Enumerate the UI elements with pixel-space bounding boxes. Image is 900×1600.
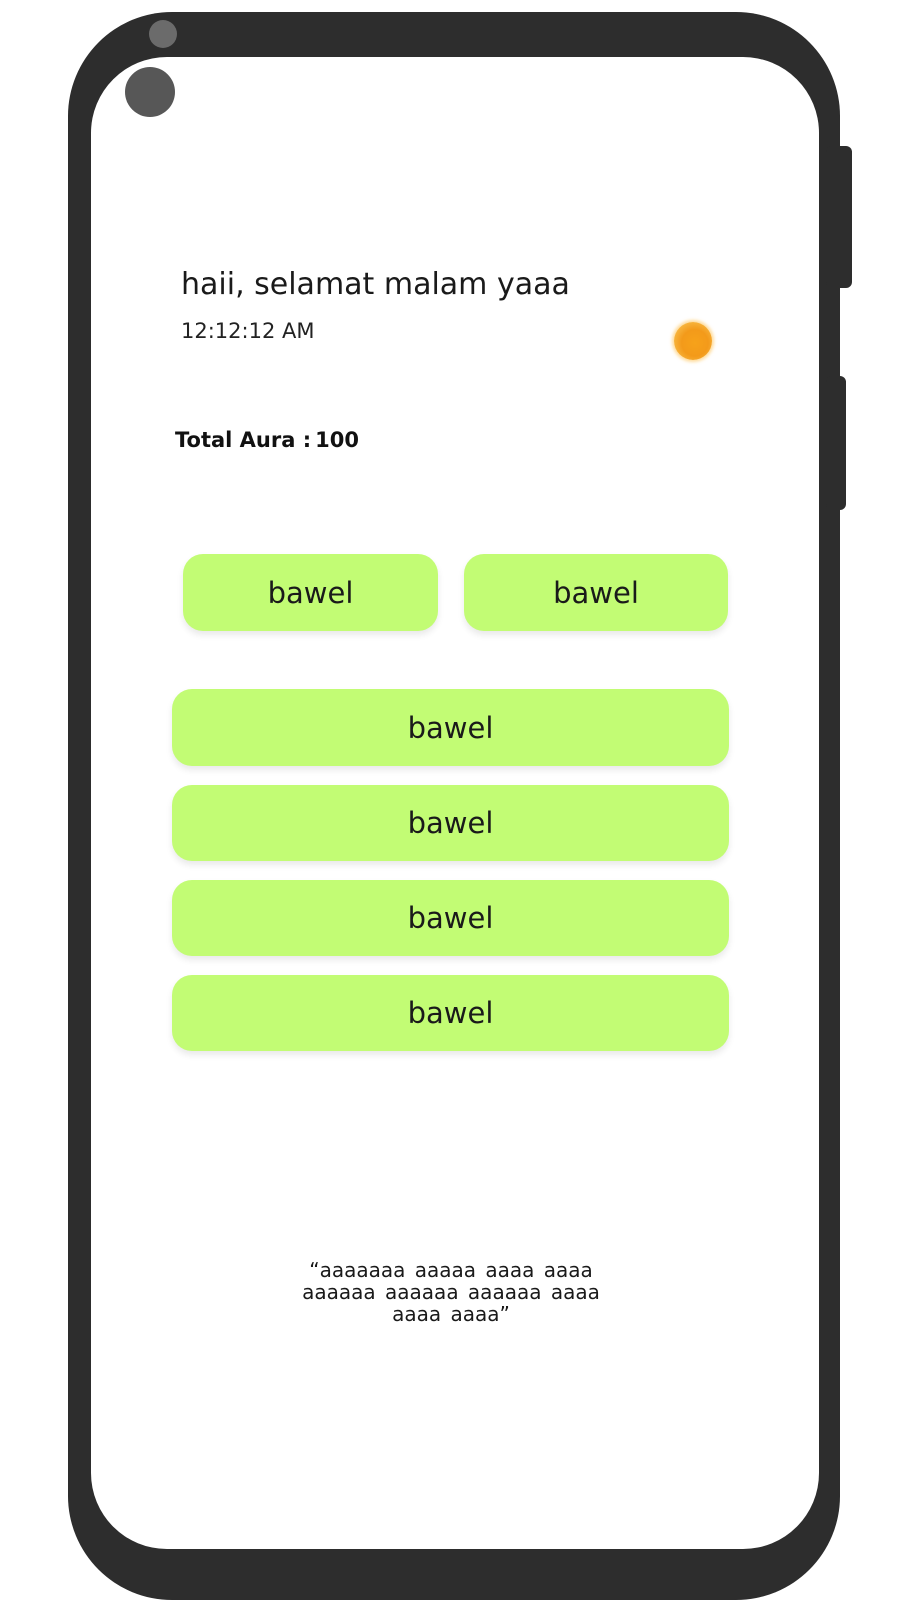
- bawel-button-list-2[interactable]: bawel: [172, 785, 729, 861]
- aura-value: 100: [315, 428, 359, 452]
- quote-text: “aaaaaaa aaaaa aaaa aaaa aaaaaa aaaaaa a…: [302, 1258, 600, 1326]
- greeting-text: haii, selamat malam yaaa: [181, 267, 570, 302]
- bawel-button-list-1[interactable]: bawel: [172, 689, 729, 766]
- bawel-button-list-3[interactable]: bawel: [172, 880, 729, 956]
- bawel-button-row-1[interactable]: bawel: [183, 554, 438, 631]
- app-screen: haii, selamat malam yaaa 12:12:12 AM Tot…: [91, 57, 819, 1549]
- total-aura: Total Aura :100: [175, 428, 359, 452]
- sun-icon: [674, 322, 712, 360]
- aura-label: Total Aura :: [175, 428, 312, 452]
- power-button: [826, 376, 846, 510]
- bawel-button-row-2[interactable]: bawel: [464, 554, 728, 631]
- front-camera: [125, 67, 175, 117]
- sensor-dot: [149, 20, 177, 48]
- bawel-button-list-4[interactable]: bawel: [172, 975, 729, 1051]
- clock-time: 12:12:12 AM: [181, 319, 315, 343]
- volume-button: [826, 146, 852, 288]
